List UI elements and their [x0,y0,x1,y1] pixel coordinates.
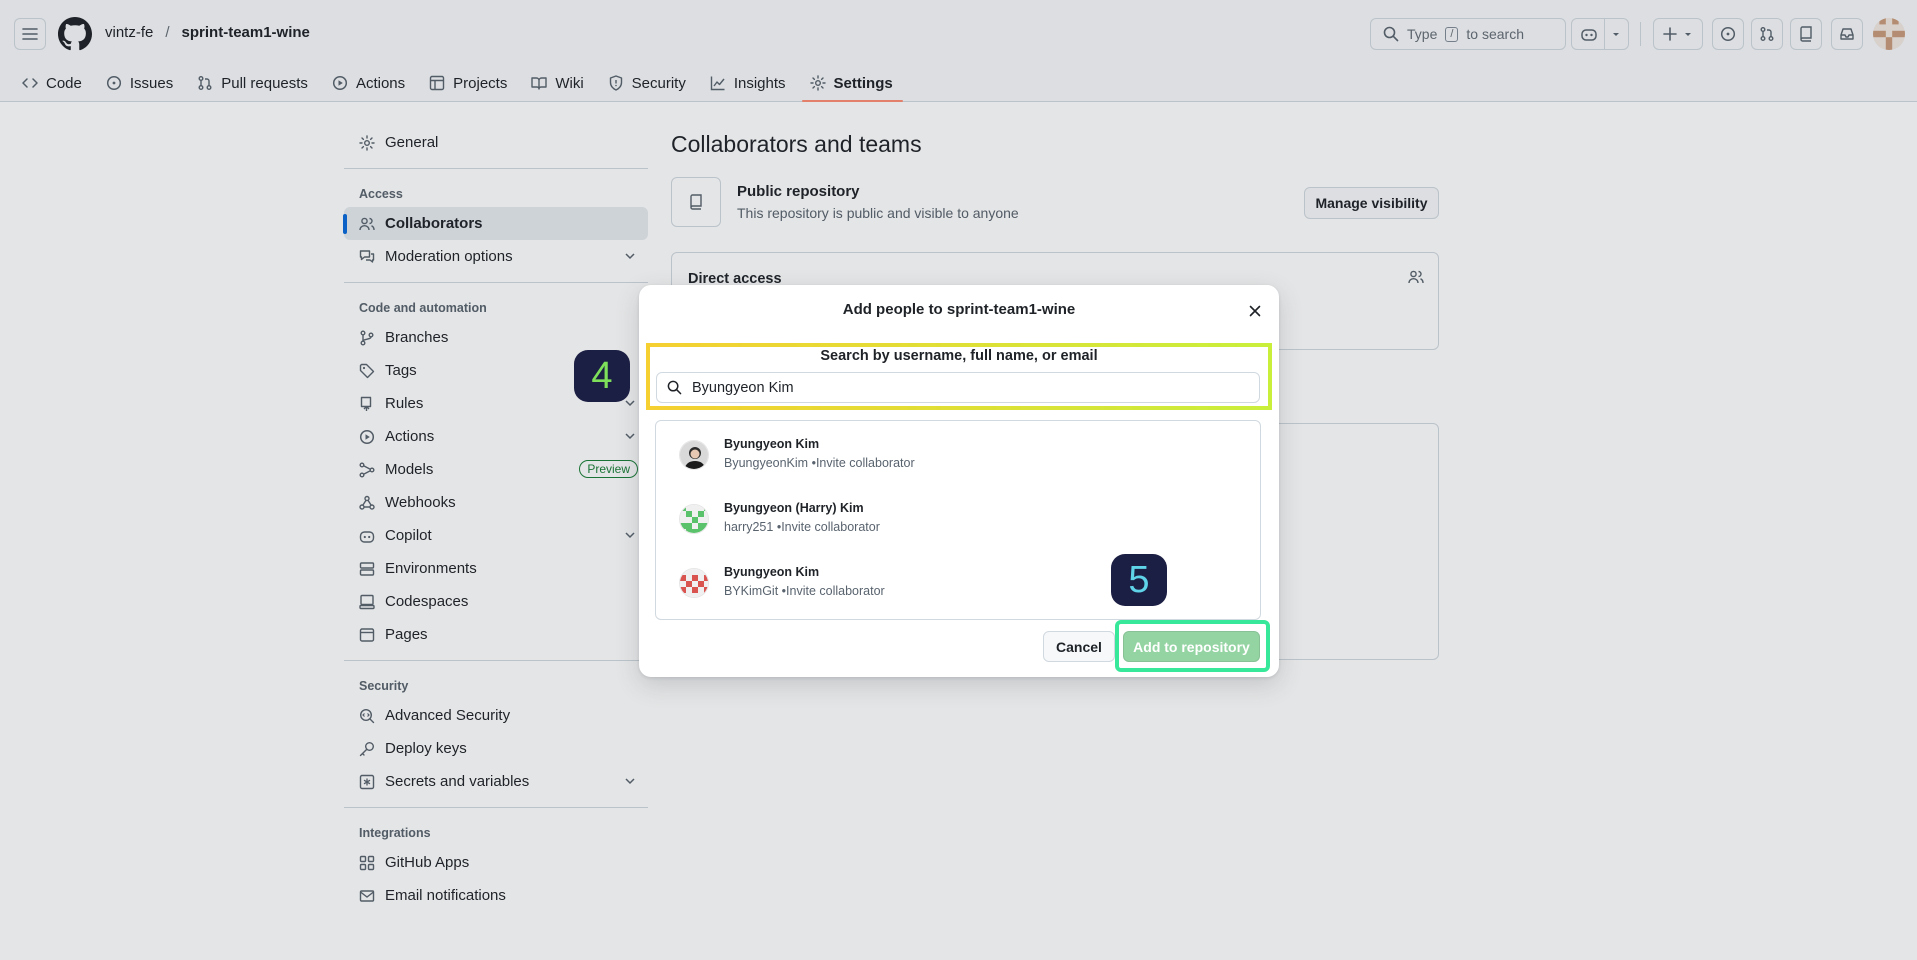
dialog-title: Add people to sprint-team1-wine [842,301,1076,318]
result-item[interactable]: Byungyeon (Harry) Kim harry251 •Invite c… [656,485,1260,549]
cancel-button[interactable]: Cancel [1043,631,1115,662]
avatar [679,568,709,598]
search-input-value: Byungyeon Kim [692,379,794,396]
user-photo-icon [680,441,708,469]
step-4-badge: 4 [574,350,630,402]
search-results-list: Byungyeon Kim ByungyeonKim •Invite colla… [655,420,1261,620]
close-icon [1249,305,1261,317]
close-dialog-button[interactable] [1243,299,1267,323]
add-people-dialog: Add people to sprint-team1-wine Search b… [639,285,1279,677]
search-icon [667,380,682,395]
result-login: BYKimGit [724,584,779,598]
identicon-icon [680,505,708,533]
result-subtitle: BYKimGit •Invite collaborator [724,584,885,598]
result-login: ByungyeonKim [724,456,809,470]
result-name: Byungyeon Kim [724,437,820,451]
result-action: •Invite collaborator [776,520,880,534]
search-field-label: Search by username, full name, or email [820,348,1098,364]
add-to-repository-button[interactable]: Add to repository [1123,631,1260,662]
identicon-icon [680,569,708,597]
result-item[interactable]: Byungyeon Kim ByungyeonKim •Invite colla… [656,421,1260,485]
result-name: Byungyeon (Harry) Kim [724,501,864,515]
result-name: Byungyeon Kim [724,565,820,579]
result-subtitle: ByungyeonKim •Invite collaborator [724,456,915,470]
result-login: harry251 [724,520,774,534]
collaborator-search-input[interactable]: Byungyeon Kim [656,372,1260,403]
result-item[interactable]: Byungyeon Kim BYKimGit •Invite collabora… [656,549,1260,613]
result-action: •Invite collaborator [781,584,885,598]
avatar [679,504,709,534]
avatar [679,440,709,470]
step-5-badge: 5 [1111,554,1167,606]
result-action: •Invite collaborator [811,456,915,470]
result-subtitle: harry251 •Invite collaborator [724,520,880,534]
